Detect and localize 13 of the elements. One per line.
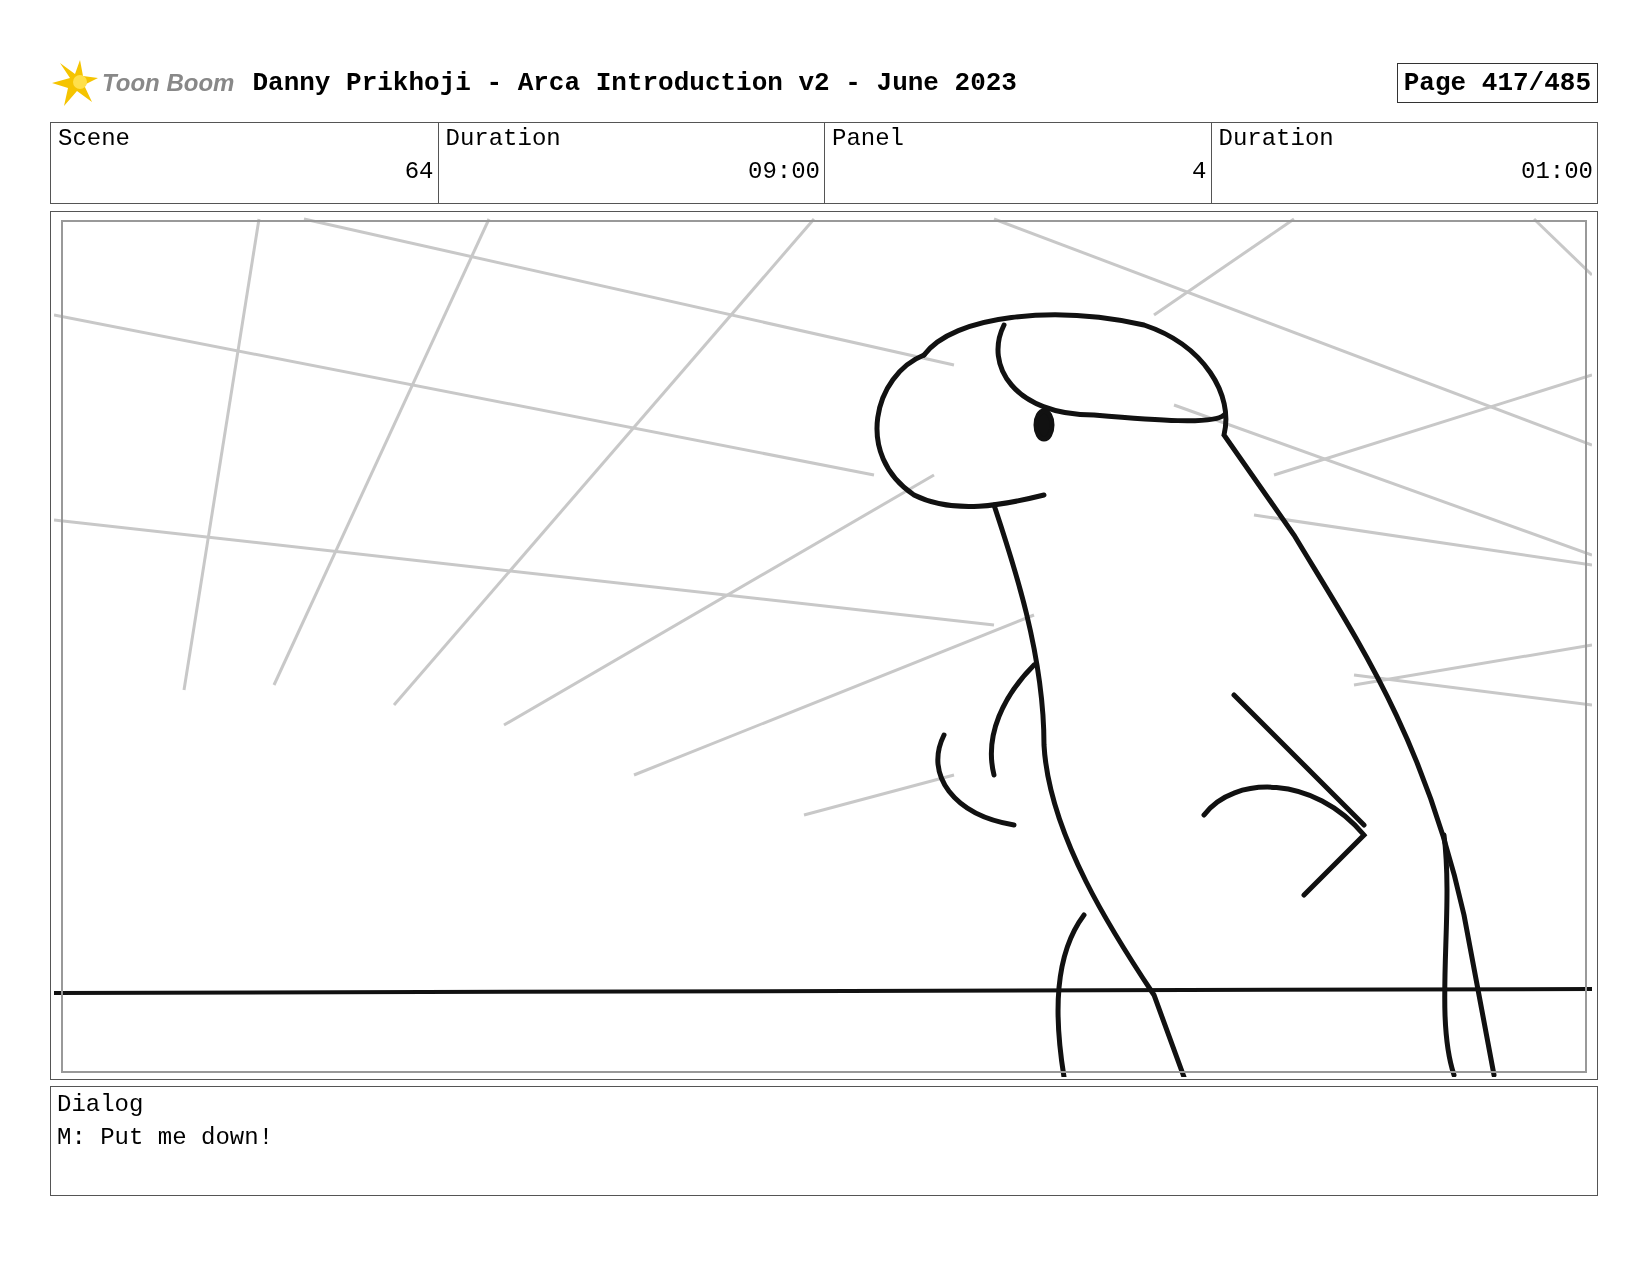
storyboard-title: Danny Prikhoji - Arca Introduction v2 - June 2023 (252, 68, 1018, 98)
column-header: Scene (58, 125, 130, 152)
table-cell: 01:00 (1521, 158, 1593, 185)
column-header: Duration (445, 125, 561, 152)
page-number: Page 417/485 (1396, 63, 1598, 103)
dialog-text: M: Put me down! (57, 1124, 274, 1151)
logo-text: Toon Boom (102, 69, 235, 97)
dialog-label: Dialog (57, 1091, 144, 1118)
table-cell: 4 (1192, 158, 1207, 185)
table-cell: 64 (404, 158, 434, 185)
table-cell: 09:00 (748, 158, 820, 185)
column-header: Duration (1218, 125, 1334, 152)
column-header: Panel (832, 125, 904, 152)
